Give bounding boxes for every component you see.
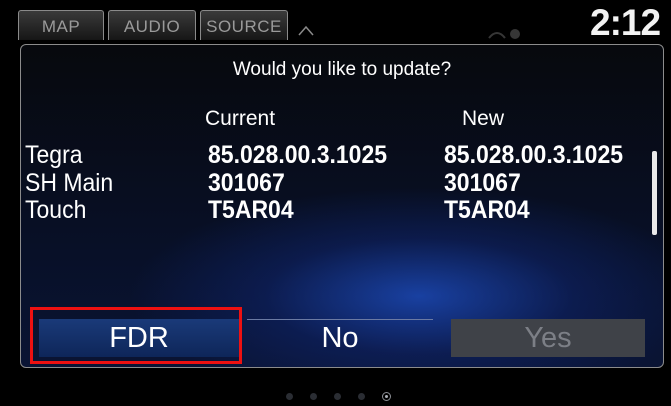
new-version: 85.028.00.3.1025	[444, 141, 624, 169]
current-version: 85.028.00.3.1025	[208, 141, 388, 169]
new-version: 301067	[444, 169, 521, 197]
column-header-new: New	[462, 107, 505, 130]
page-dot[interactable]	[310, 393, 317, 400]
column-header-current: Current	[205, 107, 276, 130]
top-bar: MAP AUDIO SOURCE 2:12	[0, 0, 671, 44]
page-dot-active[interactable]	[382, 392, 391, 401]
dialog-title: Would you like to update?	[232, 59, 452, 80]
version-row-tegra: Tegra 85.028.00.3.1025 85.028.00.3.1025	[21, 141, 663, 171]
home-icon	[298, 25, 314, 36]
head-unit-screen: MAP AUDIO SOURCE 2:12 Would you like to …	[0, 0, 671, 406]
connection-icon	[488, 29, 520, 39]
tab-source[interactable]: SOURCE	[200, 10, 288, 40]
version-row-touch: Touch T5AR04 T5AR04	[21, 196, 663, 226]
row-name: SH Main	[25, 169, 114, 197]
update-dialog: Would you like to update? Current New Te…	[20, 44, 664, 368]
row-name: Touch	[25, 196, 87, 224]
yes-button[interactable]: Yes	[451, 319, 645, 357]
current-version: 301067	[208, 169, 285, 197]
tab-map[interactable]: MAP	[18, 10, 104, 40]
fdr-button[interactable]: FDR	[39, 319, 239, 357]
clock: 2:12	[590, 2, 661, 43]
new-version: T5AR04	[444, 196, 530, 224]
no-button[interactable]: No	[247, 319, 433, 357]
page-indicator	[286, 392, 391, 401]
page-dot[interactable]	[358, 393, 365, 400]
version-row-sh-main: SH Main 301067 301067	[21, 169, 663, 199]
page-dot[interactable]	[334, 393, 341, 400]
row-name: Tegra	[25, 141, 83, 169]
current-version: T5AR04	[208, 196, 294, 224]
page-dot[interactable]	[286, 393, 293, 400]
tab-audio[interactable]: AUDIO	[108, 10, 196, 40]
scrollbar[interactable]	[652, 151, 657, 235]
